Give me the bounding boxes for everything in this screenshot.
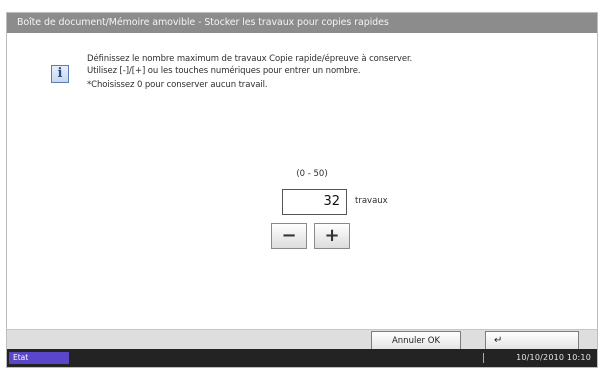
status-bar: Etat 10/10/2010 10:10	[7, 349, 597, 367]
unit-label: travaux	[355, 196, 388, 206]
message-line-1: Définissez le nombre maximum de travaux …	[87, 54, 413, 64]
status-state-button[interactable]: Etat	[9, 352, 69, 364]
message-line-2: Utilisez [-]/[+] ou les touches numériqu…	[87, 66, 361, 76]
message-line-3: *Choisissez 0 pour conserver aucun trava…	[87, 80, 268, 90]
enter-button[interactable]: ↵	[485, 331, 579, 351]
range-label: (0 - 50)	[296, 169, 328, 179]
datetime: 10/10/2010 10:10	[516, 353, 591, 362]
quantity-input[interactable]: 32	[282, 189, 347, 215]
cancel-button[interactable]: Annuler OK	[371, 331, 461, 351]
increment-button[interactable]: +	[314, 223, 350, 249]
title-bar: Boîte de document/Mémoire amovible - Sto…	[7, 13, 597, 33]
decrement-button[interactable]: −	[271, 223, 307, 249]
screen-panel: Boîte de document/Mémoire amovible - Sto…	[6, 12, 598, 368]
info-icon: i	[51, 65, 69, 83]
signal-icon	[483, 353, 488, 363]
